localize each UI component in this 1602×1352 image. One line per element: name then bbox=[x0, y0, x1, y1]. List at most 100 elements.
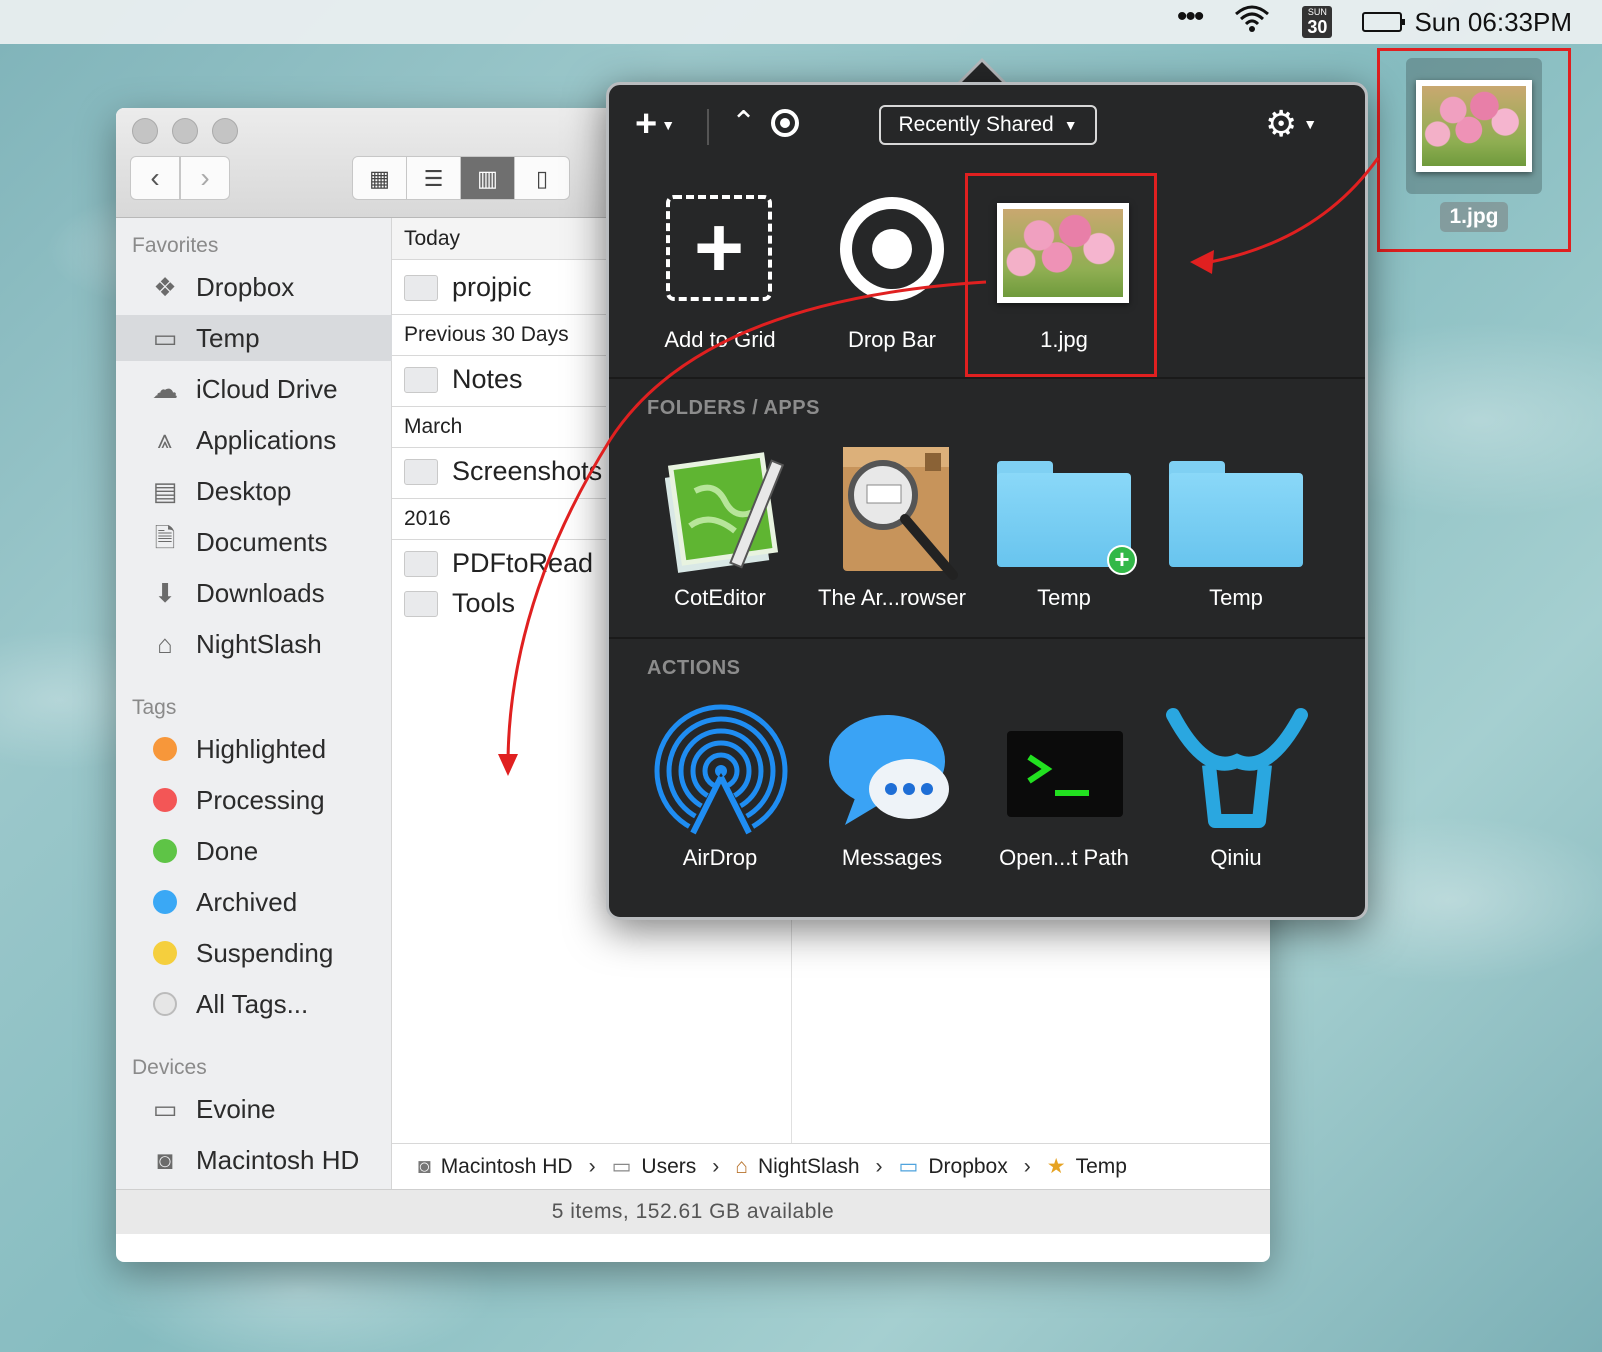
action-item-messages[interactable]: Messages bbox=[807, 701, 977, 881]
sidebar-tag-processing[interactable]: Processing bbox=[116, 777, 392, 823]
list-item-label: Tools bbox=[452, 588, 516, 618]
path-segment[interactable]: Users bbox=[641, 1155, 696, 1179]
drop-bar-button[interactable]: Drop Bar bbox=[807, 191, 977, 361]
coteditor-icon bbox=[664, 451, 785, 575]
airdrop-icon bbox=[651, 703, 791, 838]
wifi-icon[interactable] bbox=[1232, 4, 1272, 41]
list-item-screenshots[interactable]: Screenshots bbox=[404, 456, 602, 487]
sidebar-tag-done[interactable]: Done bbox=[116, 828, 392, 874]
sidebar-item-evoine[interactable]: ▭ Evoine bbox=[116, 1086, 392, 1132]
path-segment[interactable]: NightSlash bbox=[758, 1155, 860, 1179]
folder-item-temp-add[interactable]: + Temp bbox=[979, 443, 1149, 623]
sidebar-item-label: Processing bbox=[196, 784, 325, 815]
sidebar-item-label: iCloud Drive bbox=[196, 373, 338, 404]
sidebar-item-label: NightSlash bbox=[196, 628, 322, 659]
settings-button[interactable]: ⚙ ▼ bbox=[1265, 103, 1317, 145]
add-menu-button[interactable]: + ▼ bbox=[635, 103, 675, 146]
list-item-tools[interactable]: Tools bbox=[404, 588, 515, 619]
all-tags-icon bbox=[153, 992, 177, 1016]
icon-view-button[interactable]: ▦ bbox=[353, 157, 407, 199]
sidebar-tag-all-tags[interactable]: All Tags... bbox=[116, 981, 392, 1027]
list-item-label: Screenshots bbox=[452, 456, 603, 486]
downloads-icon: ⬇ bbox=[154, 577, 176, 608]
sidebar-tag-archived[interactable]: Archived bbox=[116, 879, 392, 925]
battery-icon[interactable] bbox=[1362, 12, 1406, 32]
sidebar-item-macintosh-hd[interactable]: ◙ Macintosh HD bbox=[116, 1137, 392, 1183]
sidebar-item-downloads[interactable]: ⬇ Downloads bbox=[116, 570, 392, 616]
toolbar-divider bbox=[707, 109, 709, 145]
action-item-airdrop[interactable]: AirDrop bbox=[635, 701, 805, 881]
zoom-button[interactable] bbox=[212, 118, 238, 144]
section-heading-actions: ACTIONS bbox=[647, 657, 741, 679]
dropbox-folder-icon: ▭ bbox=[898, 1155, 919, 1178]
chevron-left-icon: ‹ bbox=[150, 162, 160, 193]
dropzone-popover: + ▼ ⌃ Recently Shared ▼ ⚙ ▼ + Add to Grid … bbox=[606, 82, 1368, 920]
column-view-button[interactable]: ▥ bbox=[461, 157, 515, 199]
status-bar: 5 items, 152.61 GB available bbox=[116, 1189, 1270, 1234]
sidebar-item-label: Temp bbox=[196, 322, 260, 353]
section-divider bbox=[609, 637, 1365, 639]
sidebar-item-icloud-drive[interactable]: ☁ iCloud Drive bbox=[116, 366, 392, 412]
sidebar-item-label: Evoine bbox=[196, 1093, 276, 1124]
sidebar-tag-suspending[interactable]: Suspending bbox=[116, 930, 392, 976]
qiniu-icon bbox=[1165, 705, 1309, 835]
record-icon[interactable] bbox=[769, 107, 801, 139]
folder-app-label: CotEditor bbox=[674, 585, 766, 610]
minimize-button[interactable] bbox=[172, 118, 198, 144]
back-button[interactable]: ‹ bbox=[130, 156, 180, 200]
list-view-button[interactable]: ☰ bbox=[407, 157, 461, 199]
list-item-pdftoread[interactable]: PDFtoRead bbox=[404, 548, 593, 579]
sidebar: Favorites ❖ Dropbox ▭ Temp ☁ iCloud Drive ⩓… bbox=[116, 218, 392, 1218]
sidebar-tag-highlighted[interactable]: Highlighted bbox=[116, 726, 392, 772]
grid-item-label: Drop Bar bbox=[847, 327, 937, 352]
sidebar-item-dropbox[interactable]: ❖ Dropbox bbox=[116, 264, 392, 310]
dropbox-icon: ❖ bbox=[153, 271, 177, 302]
action-item-open-terminal-path[interactable]: Open...t Path bbox=[979, 701, 1149, 881]
gallery-view-button[interactable]: ▯ bbox=[515, 157, 569, 199]
app-item-archive-browser[interactable]: The Ar...rowser bbox=[807, 443, 977, 623]
sidebar-item-applications[interactable]: ⩓ Applications bbox=[116, 417, 392, 463]
folder-icon bbox=[404, 458, 438, 485]
laptop-icon: ▭ bbox=[152, 1093, 178, 1124]
sidebar-item-desktop[interactable]: ▤ Desktop bbox=[116, 468, 392, 514]
chevron-up-double-icon[interactable]: ⌃ bbox=[731, 105, 756, 140]
caret-down-icon: ▼ bbox=[661, 116, 676, 133]
popover-toolbar: + ▼ ⌃ Recently Shared ▼ ⚙ ▼ bbox=[609, 85, 1365, 169]
sidebar-item-label: Done bbox=[196, 835, 259, 866]
home-icon: ⌂ bbox=[735, 1154, 748, 1178]
list-item-projpic[interactable]: projpic bbox=[404, 272, 532, 303]
sidebar-item-label: Documents bbox=[196, 526, 328, 557]
add-to-grid-button[interactable]: + Add to Grid bbox=[635, 191, 805, 361]
action-label: Open...t Path bbox=[999, 845, 1129, 870]
grid-item-label: Add to Grid bbox=[664, 327, 776, 352]
caret-down-icon: ▼ bbox=[1063, 117, 1078, 133]
path-segment[interactable]: Temp bbox=[1076, 1155, 1127, 1179]
recently-shared-dropdown[interactable]: Recently Shared ▼ bbox=[879, 105, 1097, 145]
sidebar-item-documents[interactable]: 🗎 Documents bbox=[116, 519, 392, 565]
more-menu-icon[interactable]: ••• bbox=[1177, 0, 1204, 34]
forward-button[interactable]: › bbox=[180, 156, 230, 200]
calendar-date: 30 bbox=[1307, 17, 1328, 37]
list-item-notes[interactable]: Notes bbox=[404, 364, 523, 395]
folder-item-temp[interactable]: Temp bbox=[1151, 443, 1321, 623]
sidebar-item-label: Macintosh HD bbox=[196, 1144, 360, 1175]
clock[interactable]: Sun 06:33PM bbox=[1414, 7, 1572, 38]
cloud-icon: ☁ bbox=[152, 373, 178, 404]
star-folder-icon: ★ bbox=[1046, 1155, 1066, 1178]
sidebar-heading-tags: Tags bbox=[132, 696, 177, 719]
path-segment[interactable]: Dropbox bbox=[928, 1155, 1007, 1179]
sidebar-item-temp[interactable]: ▭ Temp bbox=[116, 315, 392, 361]
plus-badge-icon: + bbox=[1107, 545, 1137, 575]
sidebar-item-label: Applications bbox=[196, 424, 337, 455]
app-item-coteditor[interactable]: CotEditor bbox=[635, 443, 805, 623]
folder-icon bbox=[1169, 461, 1303, 567]
sidebar-item-label: All Tags... bbox=[196, 988, 309, 1019]
action-item-qiniu[interactable]: Qiniu bbox=[1151, 701, 1321, 881]
drop-bar-icon bbox=[838, 195, 946, 303]
sidebar-item-nightslash[interactable]: ⌂ NightSlash bbox=[116, 621, 392, 667]
path-segment[interactable]: Macintosh HD bbox=[441, 1155, 573, 1179]
action-label: AirDrop bbox=[682, 845, 758, 870]
calendar-icon[interactable]: SUN 30 bbox=[1302, 6, 1333, 38]
close-button[interactable] bbox=[132, 118, 158, 144]
folder-icon bbox=[404, 550, 438, 577]
